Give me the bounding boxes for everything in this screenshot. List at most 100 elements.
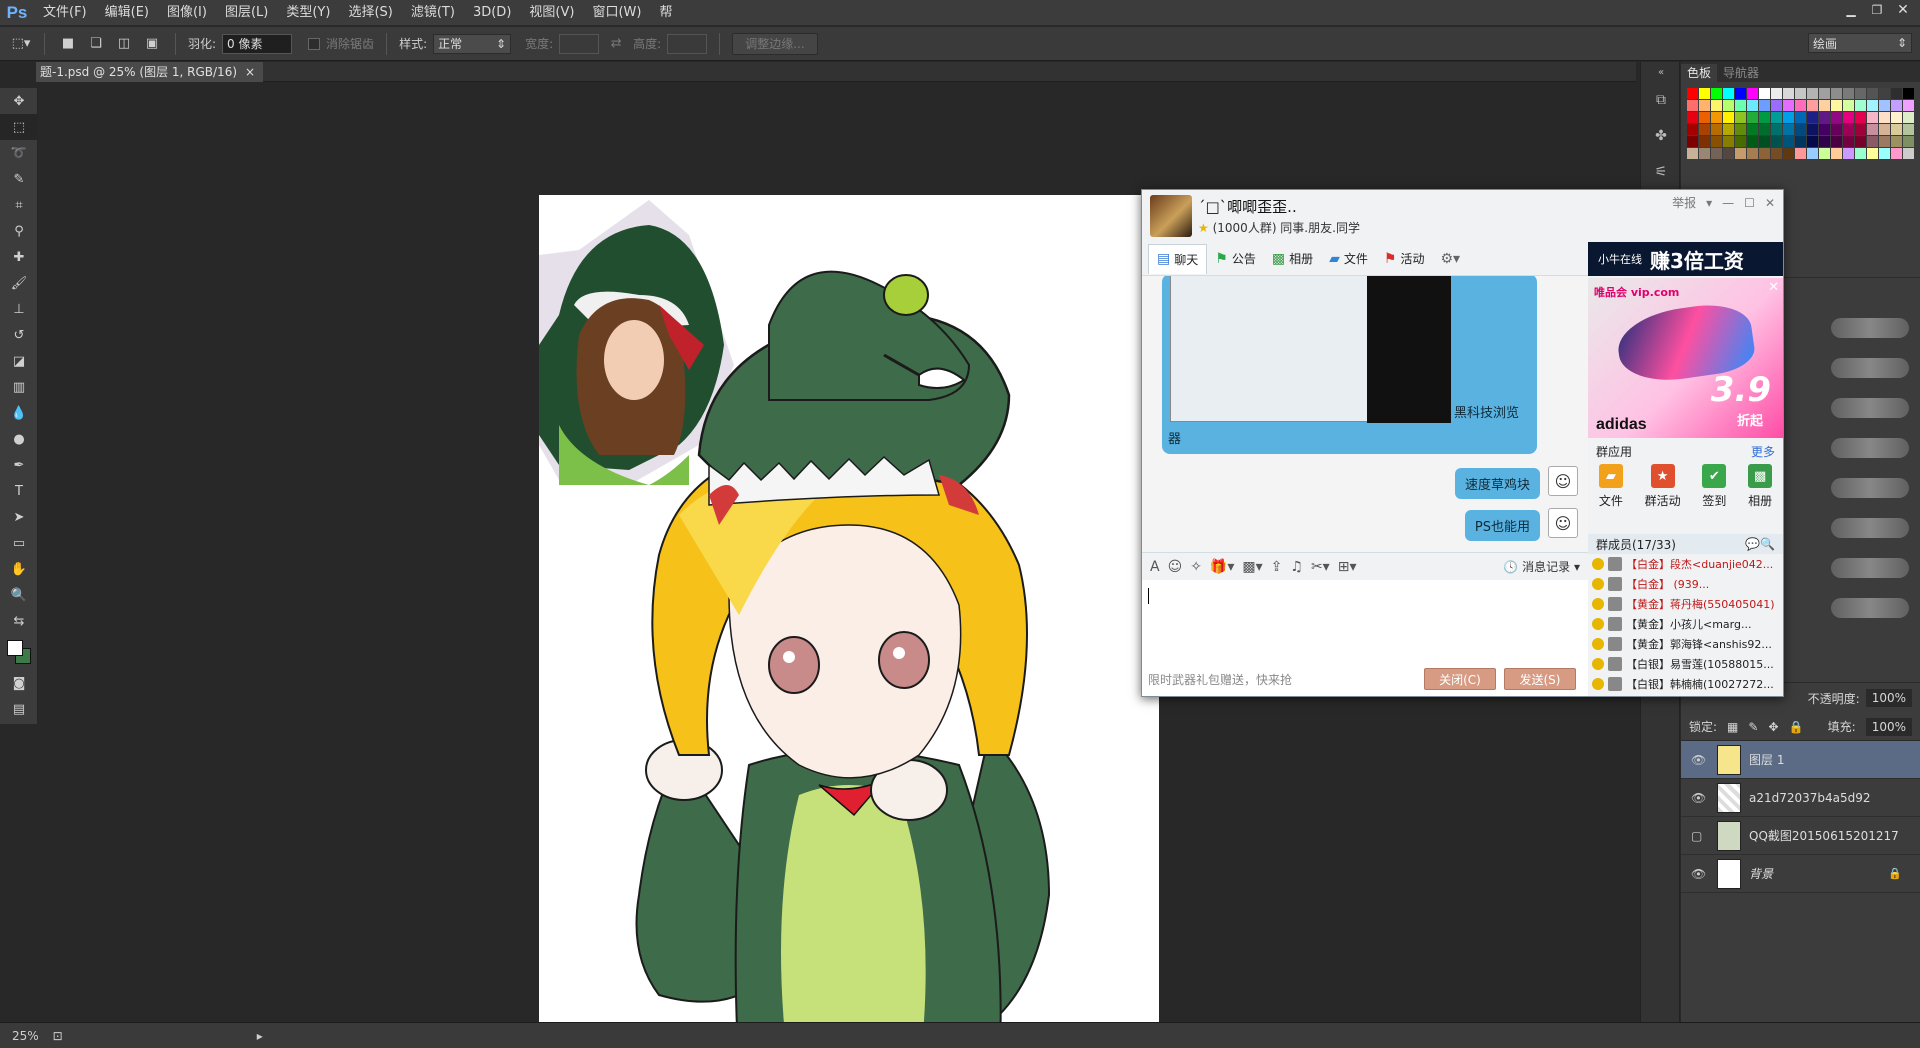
color-swatch[interactable] <box>1843 136 1854 147</box>
brush-presets-icon[interactable]: ✤ <box>1641 118 1681 154</box>
color-swatch[interactable] <box>1807 124 1818 135</box>
color-swatch[interactable] <box>1759 124 1770 135</box>
menu-file[interactable]: 文件(F) <box>34 0 96 26</box>
close-icon[interactable]: ✕ <box>1768 280 1779 295</box>
color-swatch[interactable] <box>1891 112 1902 123</box>
color-swatch[interactable] <box>1831 124 1842 135</box>
color-swatch[interactable] <box>1687 112 1698 123</box>
lock-move-icon[interactable]: ✥ <box>1768 720 1778 734</box>
brush-preview[interactable] <box>1831 438 1909 458</box>
minimize-icon[interactable]: ▁ <box>1838 0 1864 20</box>
shake-icon[interactable]: ✧ <box>1190 559 1202 575</box>
color-swatch[interactable] <box>1903 148 1914 159</box>
eye-icon[interactable]: 👁 <box>1691 791 1711 805</box>
color-swatch[interactable] <box>1759 100 1770 111</box>
fill-value[interactable]: 100% <box>1865 717 1912 736</box>
doc-info-icon[interactable]: ⊡ <box>53 1029 63 1043</box>
move-tool-icon[interactable]: ✥ <box>0 88 38 114</box>
color-swatch[interactable] <box>1867 88 1878 99</box>
color-swatch[interactable] <box>1711 100 1722 111</box>
color-swatch[interactable] <box>1795 136 1806 147</box>
color-swatch[interactable] <box>1819 112 1830 123</box>
qq-group-chat-window[interactable]: ´□`唧唧歪歪.. ★ (1000人群) 同事.朋友.同学 举报 ▾ — ☐ ✕… <box>1141 189 1784 697</box>
lock-all-icon[interactable]: 🔒 <box>1789 720 1804 734</box>
more-link[interactable]: 更多 <box>1751 443 1775 460</box>
color-swatch[interactable] <box>1687 100 1698 111</box>
color-swatch[interactable] <box>1723 112 1734 123</box>
color-swatch[interactable] <box>1783 112 1794 123</box>
color-swatch[interactable] <box>1819 136 1830 147</box>
color-swatch[interactable] <box>1735 88 1746 99</box>
foreground-color[interactable] <box>7 640 23 656</box>
color-swatch[interactable] <box>1723 88 1734 99</box>
color-swatch[interactable] <box>1807 112 1818 123</box>
brush-preview[interactable] <box>1831 358 1909 378</box>
color-swatch[interactable] <box>1747 88 1758 99</box>
color-swatch[interactable] <box>1771 148 1782 159</box>
color-swatch[interactable] <box>1687 136 1698 147</box>
image-icon[interactable]: ▩▾ <box>1242 559 1262 575</box>
color-swatch[interactable] <box>1735 136 1746 147</box>
blur-tool-icon[interactable]: 💧 <box>0 400 38 426</box>
pen-tool-icon[interactable]: ✒ <box>0 452 38 478</box>
emoji-icon[interactable]: ☺ <box>1168 559 1183 575</box>
color-swatch[interactable] <box>1771 136 1782 147</box>
dodge-tool-icon[interactable]: ● <box>0 426 38 452</box>
collapse-arrows-icon[interactable]: « <box>1641 62 1681 82</box>
tab-activity[interactable]: ⚑ 活动 <box>1376 244 1433 274</box>
upload-icon[interactable]: ⇪ <box>1271 559 1283 575</box>
color-swatch[interactable] <box>1759 148 1770 159</box>
document-canvas[interactable] <box>539 195 1159 1048</box>
eraser-tool-icon[interactable]: ◪ <box>0 348 38 374</box>
layer-row[interactable]: 👁 图层 1 <box>1681 741 1920 779</box>
color-swatch[interactable] <box>1771 124 1782 135</box>
color-swatch[interactable] <box>1711 124 1722 135</box>
color-swatch[interactable] <box>1831 148 1842 159</box>
refine-edge-button[interactable]: 调整边缘... <box>732 32 818 55</box>
color-swatch[interactable] <box>1831 112 1842 123</box>
color-swatch[interactable] <box>1783 100 1794 111</box>
add-selection-icon[interactable]: ❏ <box>85 33 107 55</box>
color-swatch[interactable] <box>1771 100 1782 111</box>
lock-pixels-icon[interactable]: ▦ <box>1727 720 1738 734</box>
color-swatch[interactable] <box>1807 136 1818 147</box>
restore-icon[interactable]: ❐ <box>1864 0 1890 20</box>
avatar[interactable]: ☺ <box>1548 466 1578 496</box>
menu-view[interactable]: 视图(V) <box>520 0 583 26</box>
color-swatch[interactable] <box>1855 100 1866 111</box>
color-swatch[interactable] <box>1795 88 1806 99</box>
brush-preview[interactable] <box>1831 598 1909 618</box>
color-swatch[interactable] <box>1867 100 1878 111</box>
width-input[interactable] <box>559 33 600 54</box>
message-input[interactable]: 限时武器礼包赠送，快来抢 关闭(C) 发送(S) ▾ <box>1142 580 1588 696</box>
quick-mask-icon[interactable]: ◙ <box>0 670 38 696</box>
app-files[interactable]: ▰ 文件 <box>1598 464 1623 524</box>
crop-tool-icon[interactable]: ⌗ <box>0 192 38 218</box>
color-swatch[interactable] <box>1891 88 1902 99</box>
list-item[interactable]: 【白金】段杰<duanjie042... <box>1588 554 1783 574</box>
color-swatch[interactable] <box>1879 136 1890 147</box>
list-item[interactable]: 【白银】易雪莲(10588015... <box>1588 654 1783 674</box>
color-swatch[interactable] <box>1711 136 1722 147</box>
list-item[interactable]: 【黄金】蒋丹梅(550405041) <box>1588 594 1783 614</box>
hand-tool-icon[interactable]: ✋ <box>0 556 38 582</box>
color-swatch[interactable] <box>1879 112 1890 123</box>
color-swatch[interactable] <box>1807 88 1818 99</box>
chevron-down-icon[interactable]: ▾ <box>1706 196 1712 210</box>
color-swatch[interactable] <box>1711 88 1722 99</box>
stamp-tool-icon[interactable]: ⊥ <box>0 296 38 322</box>
color-swatch[interactable] <box>1711 112 1722 123</box>
message-bubble[interactable]: 速度草鸡块 <box>1454 468 1540 499</box>
brush-tool-icon[interactable]: 🖌 <box>0 270 38 296</box>
message-history-button[interactable]: 🕓 消息记录 ▾ <box>1503 558 1580 575</box>
color-swatch[interactable] <box>1855 136 1866 147</box>
send-button[interactable]: 发送(S) <box>1504 668 1576 690</box>
font-icon[interactable]: A <box>1150 559 1160 575</box>
eyedropper-tool-icon[interactable]: ⚲ <box>0 218 38 244</box>
color-swatch[interactable] <box>1807 100 1818 111</box>
color-swatch[interactable] <box>1831 88 1842 99</box>
marquee-tool-icon[interactable]: ⬚ <box>0 114 38 140</box>
maximize-icon[interactable]: ☐ <box>1744 196 1755 210</box>
color-swatches[interactable] <box>0 634 38 670</box>
color-swatch[interactable] <box>1843 100 1854 111</box>
